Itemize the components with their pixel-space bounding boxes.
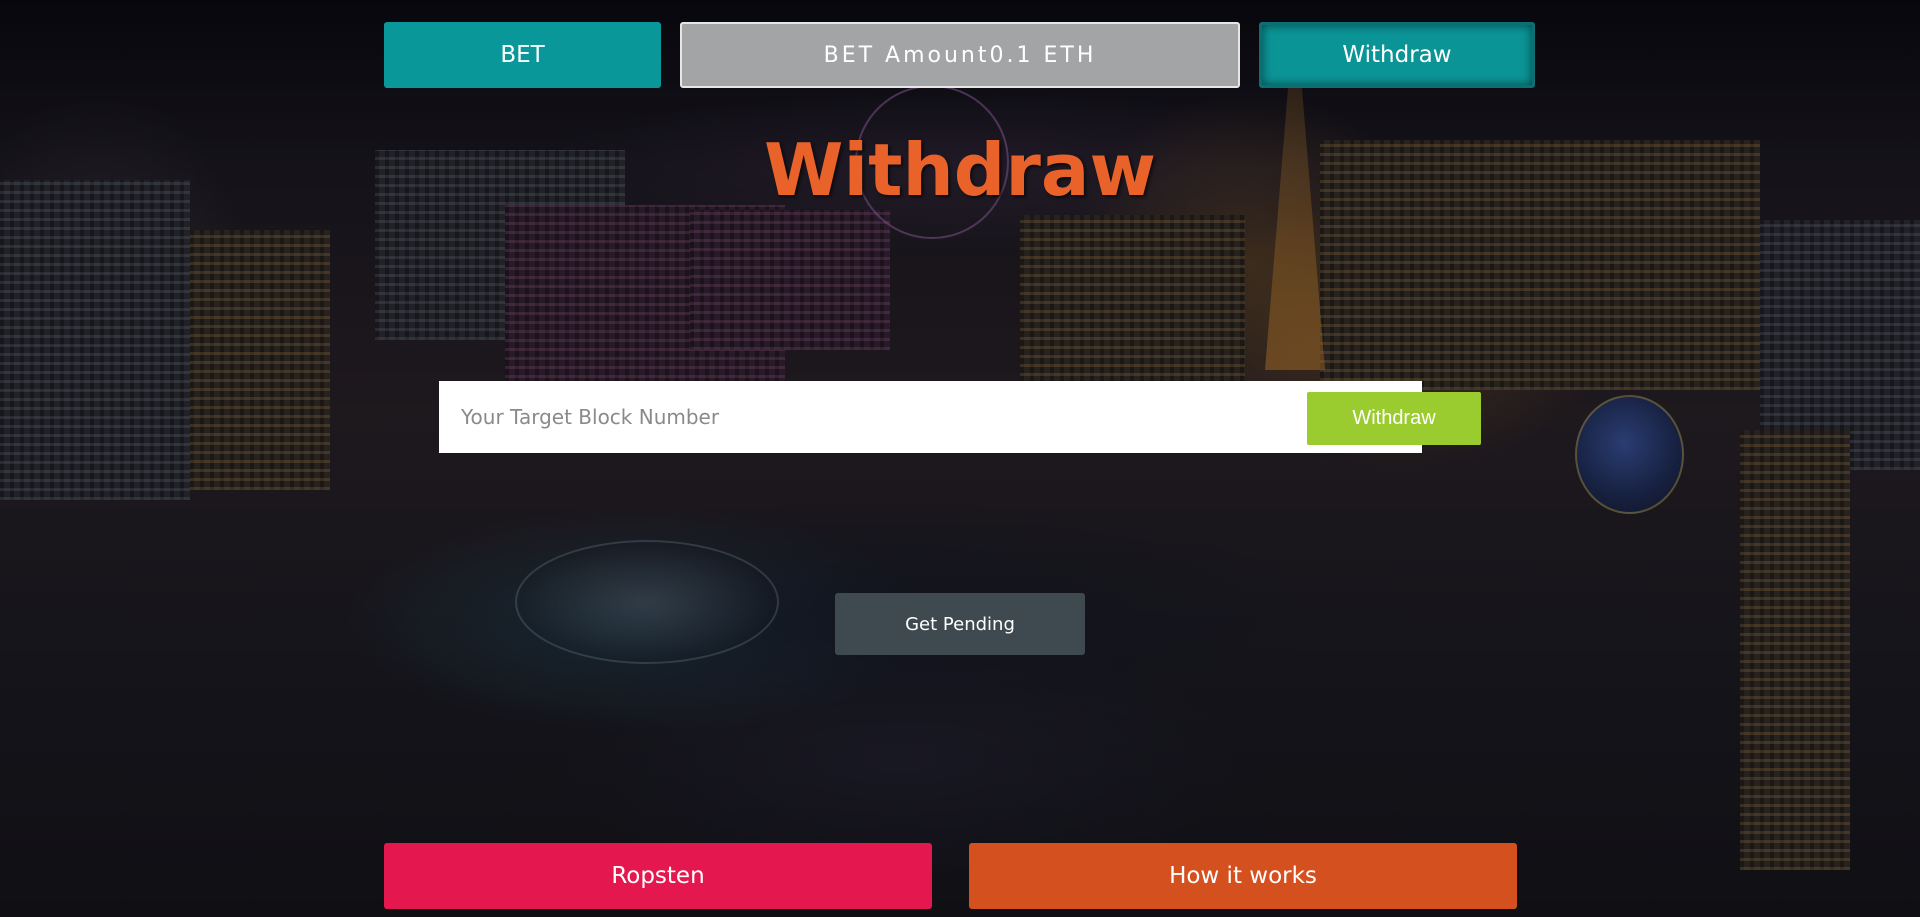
target-block-number-input[interactable] [439,381,1422,453]
how-it-works-button[interactable]: How it works [969,843,1517,909]
ropsten-button[interactable]: Ropsten [384,843,932,909]
get-pending-button[interactable]: Get Pending [835,593,1085,655]
page-title: Withdraw [764,128,1156,212]
withdraw-submit-button[interactable]: Withdraw [1307,392,1481,445]
bet-tab-button[interactable]: BET [384,22,661,88]
bet-amount-button[interactable]: BET Amount0.1 ETH [680,22,1240,88]
withdraw-tab-button[interactable]: Withdraw [1259,22,1535,88]
